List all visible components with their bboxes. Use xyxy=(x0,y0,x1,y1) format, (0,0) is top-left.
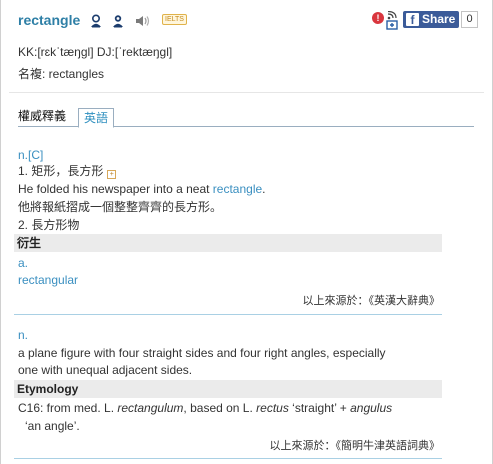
source-tabs: 權威釋義 英語 xyxy=(18,106,474,128)
report-error-icon[interactable]: ! xyxy=(372,12,384,24)
expand-icon[interactable]: + xyxy=(107,170,117,179)
share-count: 0 xyxy=(461,11,478,28)
part-of-speech: n.[C] xyxy=(18,148,44,162)
derived-header: 衍生 xyxy=(14,234,442,252)
example-pre: He folded his newspaper into a neat xyxy=(18,182,213,196)
section-divider xyxy=(14,314,442,315)
definition-line-2: one with unequal adjacent sides. xyxy=(18,363,193,377)
source-credit: 以上來源於：《英漢大辭典》 xyxy=(302,295,441,307)
speaker-icon[interactable] xyxy=(135,14,151,28)
example-post: . xyxy=(262,182,266,196)
sense-2: 2. 長方形物 xyxy=(18,218,80,232)
section-divider xyxy=(14,458,442,459)
source-credit: 以上來源於：《簡明牛津英語詞典》 xyxy=(269,440,441,452)
etymology-part: C16: from med. L. xyxy=(18,401,118,415)
sense-1-text: 1. 矩形，長方形 xyxy=(18,164,104,178)
headword: rectangle xyxy=(18,12,81,28)
part-of-speech: n. xyxy=(18,328,29,342)
example-translation: 他將報紙摺成一個整整齊齊的長方形。 xyxy=(18,200,223,214)
facebook-share-button[interactable]: f Share xyxy=(403,11,459,28)
dj-pronounce-icon[interactable] xyxy=(111,14,125,28)
etymology-latin: angulus xyxy=(350,401,393,415)
derived-word-link[interactable]: rectangular xyxy=(18,272,78,288)
plural-form: 名複: rectangles xyxy=(18,67,105,81)
example-sentence: He folded his newspaper into a neat rect… xyxy=(18,181,266,197)
etymology-header: Etymology xyxy=(14,380,442,398)
feed-icon[interactable] xyxy=(386,10,400,34)
etymology-part: , based on L. xyxy=(183,401,257,415)
etymology-latin: rectus xyxy=(256,401,289,415)
etymology-text: C16: from med. L. rectangulum, based on … xyxy=(18,400,392,416)
dictionary-panel: rectangle IELTS ! f Share 0 KK:[rɛkˈtæŋg… xyxy=(0,0,493,464)
tab-authoritative[interactable]: 權威釋義 xyxy=(18,107,66,127)
ielts-badge: IELTS xyxy=(162,14,187,25)
etymology-latin: rectangulum xyxy=(117,401,184,415)
header-tools: ! f Share 0 xyxy=(372,10,482,34)
divider xyxy=(9,92,484,93)
example-headword-link[interactable]: rectangle xyxy=(213,182,262,196)
facebook-icon: f xyxy=(406,13,419,26)
derived-pos: a. xyxy=(18,256,29,270)
share-label: Share xyxy=(422,12,456,26)
etymology-part: ‘straight’ + xyxy=(288,401,351,415)
kk-pronounce-icon[interactable] xyxy=(89,14,103,28)
sense-1: 1. 矩形，長方形 + xyxy=(18,163,117,179)
definition-line-1: a plane figure with four straight sides … xyxy=(18,346,386,360)
etymology-text-line-2: ‘an angle’. xyxy=(25,419,80,433)
tab-english[interactable]: 英語 xyxy=(78,108,114,128)
pronunciation: KK:[rɛkˈtæŋgl] DJ:[ˈrektæŋgl] xyxy=(18,45,173,59)
